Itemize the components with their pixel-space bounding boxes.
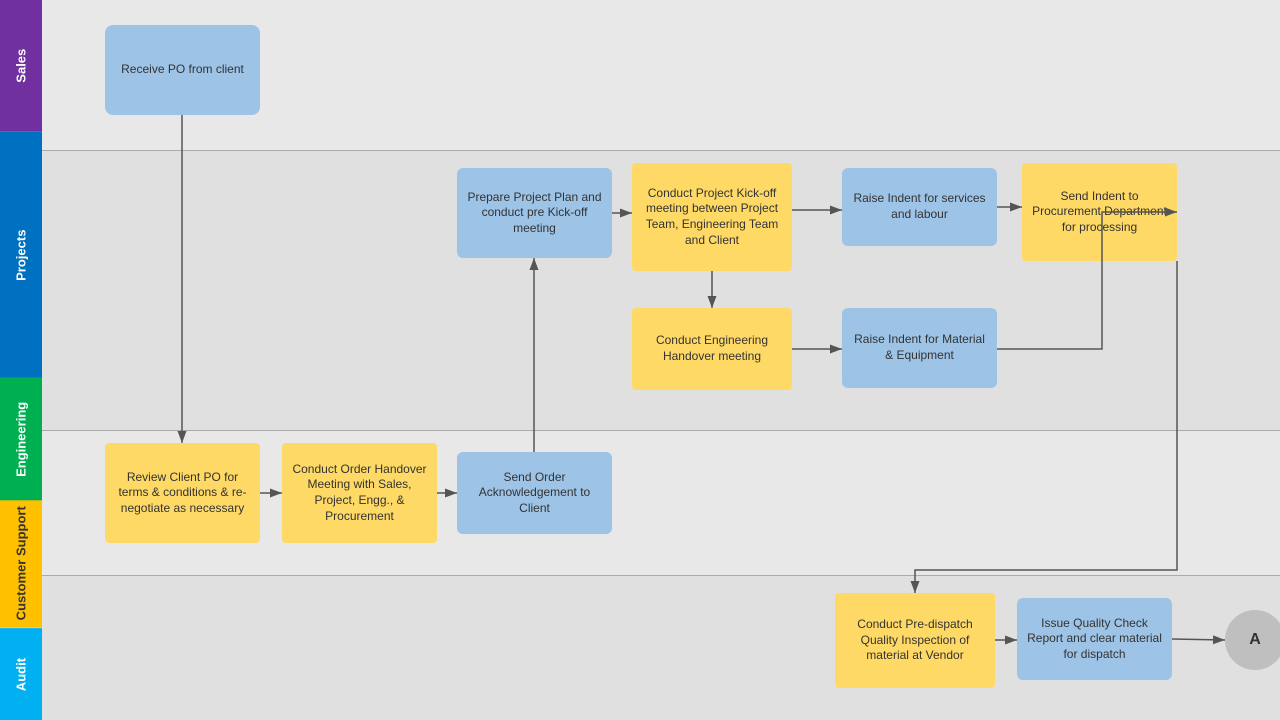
divider-3: [42, 575, 1280, 576]
node-receive-po: Receive PO from client: [105, 25, 260, 115]
node-order-handover: Conduct Order Handover Meeting with Sale…: [282, 443, 437, 543]
node-raise-indent-material: Raise Indent for Material & Equipment: [842, 308, 997, 388]
node-prepare-plan: Prepare Project Plan and conduct pre Kic…: [457, 168, 612, 258]
lane-customer-label: Customer Support: [0, 500, 42, 627]
node-send-indent: Send Indent to Procurement Department fo…: [1022, 163, 1177, 261]
divider-2: [42, 430, 1280, 431]
node-review-po: Review Client PO for terms & conditions …: [105, 443, 260, 543]
lane-sales-label: Sales: [0, 0, 42, 132]
node-raise-indent-services: Raise Indent for services and labour: [842, 168, 997, 246]
lane-audit-label: Audit: [0, 628, 42, 720]
flow-content: Receive PO from client Prepare Project P…: [42, 0, 1280, 720]
divider-1: [42, 150, 1280, 151]
node-send-acknowledgement: Send Order Acknowledgement to Client: [457, 452, 612, 534]
lane-projects-label: Projects: [0, 132, 42, 378]
node-predispatch-quality: Conduct Pre-dispatch Quality Inspection …: [835, 593, 995, 688]
node-kickoff: Conduct Project Kick-off meeting between…: [632, 163, 792, 271]
lanes-column: Sales Projects Engineering Customer Supp…: [0, 0, 42, 720]
node-engineering-handover: Conduct Engineering Handover meeting: [632, 308, 792, 390]
diagram-container: Sales Projects Engineering Customer Supp…: [0, 0, 1280, 720]
node-circle-a: A: [1225, 610, 1280, 670]
node-quality-report: Issue Quality Check Report and clear mat…: [1017, 598, 1172, 680]
lane-engineering-label: Engineering: [0, 378, 42, 501]
